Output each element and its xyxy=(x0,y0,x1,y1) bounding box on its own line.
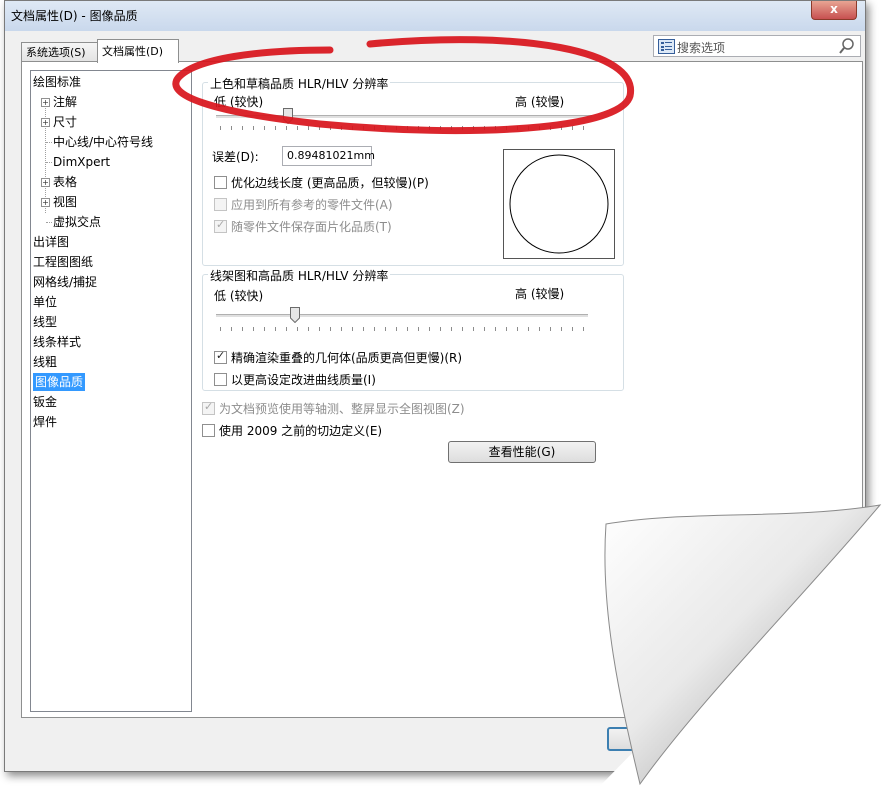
page-curl xyxy=(600,490,889,786)
tab-document-properties[interactable]: 文档属性(D) xyxy=(97,39,179,63)
tab-label: 文档属性(D) xyxy=(102,45,164,58)
